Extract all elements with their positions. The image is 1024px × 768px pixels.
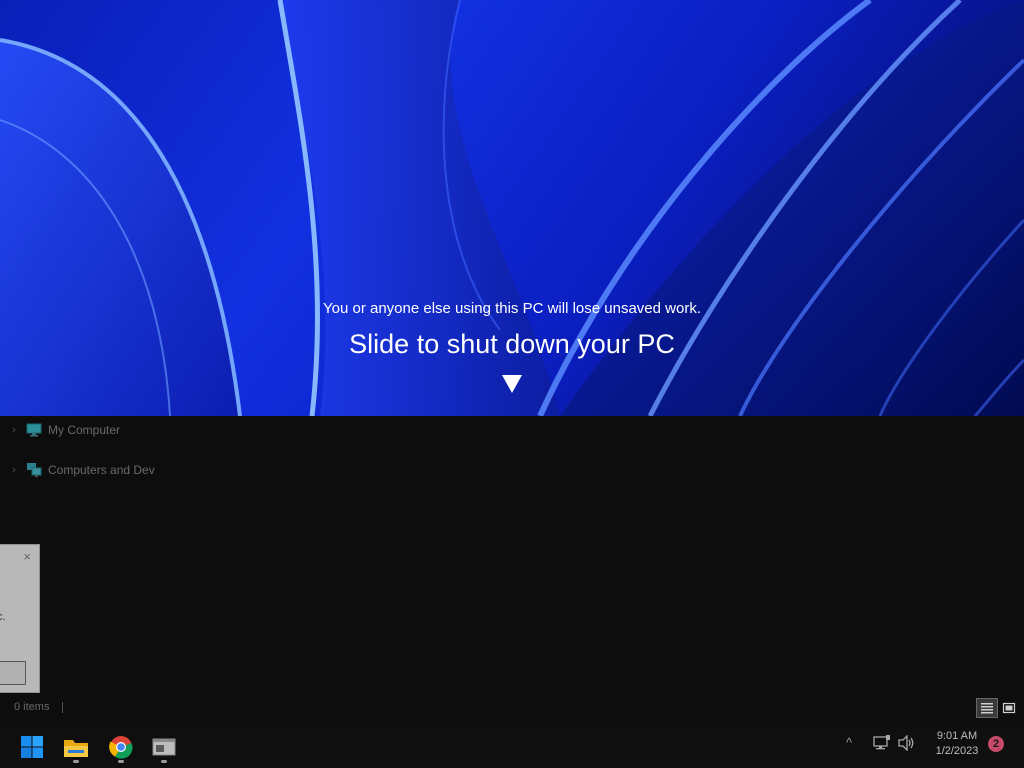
clock-time: 9:01 AM xyxy=(936,730,978,742)
start-button[interactable] xyxy=(15,731,49,763)
taskbar-chrome[interactable] xyxy=(104,731,138,763)
slide-to-shutdown-overlay[interactable]: You or anyone else using this PC will lo… xyxy=(0,0,1024,416)
chevron-right-icon[interactable]: › xyxy=(8,464,20,476)
details-view-icon xyxy=(981,703,993,714)
shutdown-warning-text: You or anyone else using this PC will lo… xyxy=(323,300,701,317)
dialog-text: c. xyxy=(0,611,6,623)
notification-badge[interactable]: 2 xyxy=(988,736,1004,752)
partial-dialog: × c. xyxy=(0,544,40,693)
taskbar-clock[interactable]: 9:01 AM 1/2/2023 xyxy=(928,729,986,759)
show-hidden-icons-chevron-icon[interactable]: ^ xyxy=(846,735,852,750)
windows-logo-icon xyxy=(21,736,43,758)
running-indicator xyxy=(73,760,79,763)
slide-to-shutdown-title: Slide to shut down your PC xyxy=(349,329,675,359)
volume-icon[interactable] xyxy=(898,735,916,751)
dialog-button[interactable] xyxy=(0,661,26,685)
running-indicator xyxy=(118,760,124,763)
large-icons-view-icon xyxy=(1002,702,1016,714)
tree-item-computers-and-devices[interactable]: › Computers and Dev xyxy=(8,460,155,480)
monitor-icon xyxy=(26,423,42,437)
taskbar-app-window[interactable] xyxy=(147,731,181,763)
running-indicator xyxy=(161,760,167,763)
network-computers-icon xyxy=(27,463,42,477)
large-icons-view-button[interactable] xyxy=(998,698,1020,718)
tree-item-label: My Computer xyxy=(48,423,121,437)
taskbar xyxy=(0,726,1024,768)
window-app-icon xyxy=(152,738,176,756)
status-divider xyxy=(62,702,63,713)
down-triangle-icon[interactable] xyxy=(501,374,523,394)
status-item-count: 0 items xyxy=(14,701,50,713)
details-view-button[interactable] xyxy=(976,698,998,718)
taskbar-file-explorer[interactable] xyxy=(59,731,93,763)
desktop-screen: › My Computer › Computers and Dev × c. 0… xyxy=(0,0,1024,768)
close-icon[interactable]: × xyxy=(23,549,31,564)
folder-icon xyxy=(64,740,88,757)
chrome-icon xyxy=(109,736,133,759)
clock-date: 1/2/2023 xyxy=(935,745,979,757)
tree-item-label: Computers and Dev xyxy=(48,463,155,477)
network-icon[interactable] xyxy=(873,735,891,751)
tree-item-my-computer[interactable]: › My Computer xyxy=(8,420,120,440)
chevron-right-icon[interactable]: › xyxy=(8,424,20,436)
